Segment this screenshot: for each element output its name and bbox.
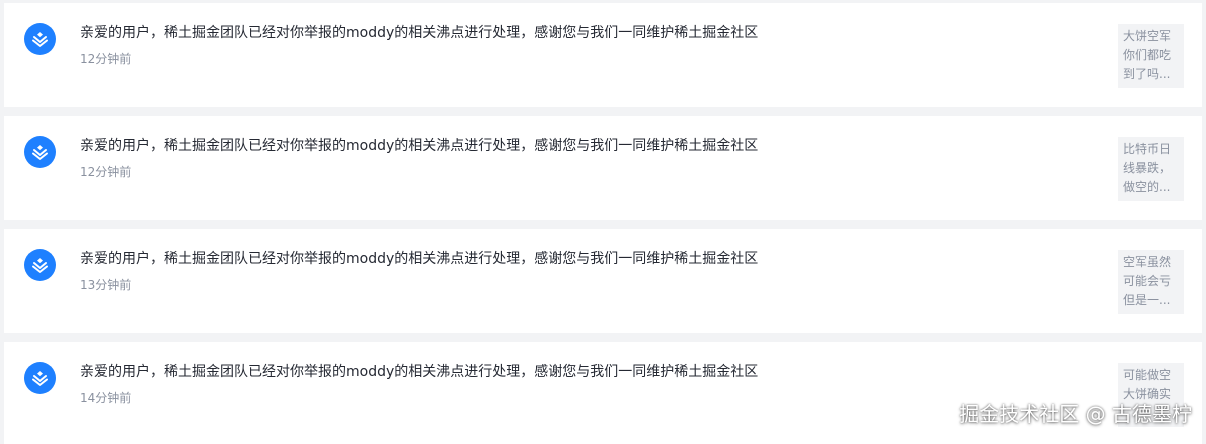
notification-time: 13分钟前	[80, 278, 132, 292]
notification-list: 亲爱的用户，稀土掘金团队已经对你举报的moddy的相关沸点进行处理，感谢您与我们…	[0, 0, 1206, 444]
preview-line: 到了吗...	[1123, 67, 1171, 81]
preview-line: 可能会亏	[1123, 274, 1172, 288]
notification-item[interactable]: 亲爱的用户，稀土掘金团队已经对你举报的moddy的相关沸点进行处理，感谢您与我们…	[4, 229, 1202, 333]
notification-message: 亲爱的用户，稀土掘金团队已经对你举报的moddy的相关沸点进行处理，感谢您与我们…	[80, 138, 759, 154]
preview-line: 大饼空军	[1123, 29, 1172, 43]
related-post-preview[interactable]: 空军虽然 可能会亏 但是一...	[1118, 250, 1184, 314]
juejin-logo-icon[interactable]	[24, 136, 56, 168]
preview-line: 你们都吃	[1123, 48, 1172, 62]
notification-content: 亲爱的用户，稀土掘金团队已经对你举报的moddy的相关沸点进行处理，感谢您与我们…	[80, 22, 1080, 69]
watermark: 掘金技术社区 @ 古德墨柠	[959, 402, 1192, 426]
juejin-logo-icon[interactable]	[24, 362, 56, 394]
notification-item[interactable]: 亲爱的用户，稀土掘金团队已经对你举报的moddy的相关沸点进行处理，感谢您与我们…	[4, 116, 1202, 220]
preview-line: 做空的...	[1123, 180, 1171, 194]
notification-time: 14分钟前	[80, 391, 132, 405]
notification-message: 亲爱的用户，稀土掘金团队已经对你举报的moddy的相关沸点进行处理，感谢您与我们…	[80, 364, 759, 380]
juejin-logo-icon[interactable]	[24, 23, 56, 55]
notification-message: 亲爱的用户，稀土掘金团队已经对你举报的moddy的相关沸点进行处理，感谢您与我们…	[80, 25, 759, 41]
preview-line: 比特币日	[1123, 142, 1172, 156]
related-post-preview[interactable]: 大饼空军 你们都吃 到了吗...	[1118, 24, 1184, 88]
related-post-preview[interactable]: 比特币日 线暴跌， 做空的...	[1118, 137, 1184, 201]
preview-line: 线暴跌，	[1123, 161, 1172, 175]
notification-item[interactable]: 亲爱的用户，稀土掘金团队已经对你举报的moddy的相关沸点进行处理，感谢您与我们…	[4, 3, 1202, 107]
notification-message: 亲爱的用户，稀土掘金团队已经对你举报的moddy的相关沸点进行处理，感谢您与我们…	[80, 251, 759, 267]
notification-time: 12分钟前	[80, 165, 132, 179]
notification-content: 亲爱的用户，稀土掘金团队已经对你举报的moddy的相关沸点进行处理，感谢您与我们…	[80, 135, 1080, 182]
notification-content: 亲爱的用户，稀土掘金团队已经对你举报的moddy的相关沸点进行处理，感谢您与我们…	[80, 361, 1080, 408]
juejin-logo-icon[interactable]	[24, 249, 56, 281]
preview-line: 空军虽然	[1123, 255, 1172, 269]
notification-time: 12分钟前	[80, 52, 132, 66]
notification-content: 亲爱的用户，稀土掘金团队已经对你举报的moddy的相关沸点进行处理，感谢您与我们…	[80, 248, 1080, 295]
preview-line: 可能做空	[1123, 368, 1172, 382]
preview-line: 但是一...	[1123, 293, 1171, 307]
